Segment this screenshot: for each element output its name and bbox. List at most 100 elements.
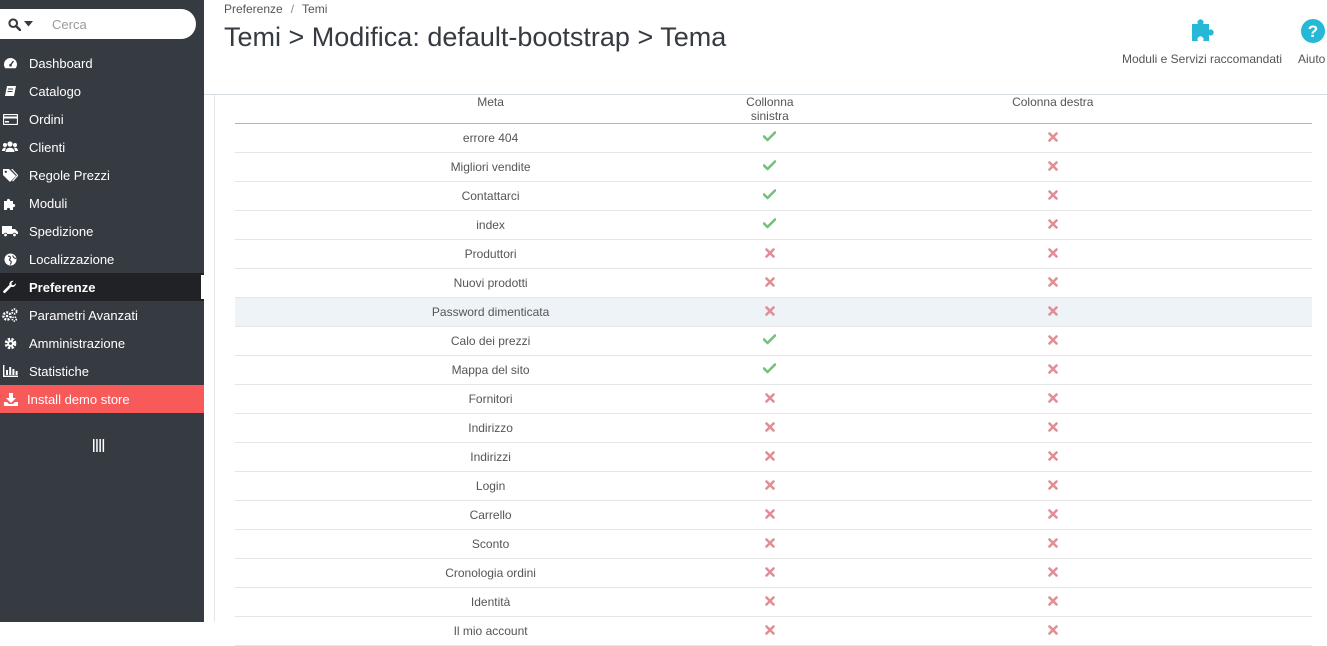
cross-icon[interactable] — [1047, 450, 1058, 464]
table-header-row: Meta Collonna sinistra Colonna destra — [235, 95, 1312, 124]
meta-cell: Indirizzi — [235, 442, 747, 472]
right-column-status — [793, 558, 1312, 588]
help-button[interactable]: ? Aiuto — [1298, 14, 1327, 66]
table-row: Calo dei prezzi — [235, 326, 1312, 356]
credit-card-icon — [2, 112, 18, 126]
cross-icon[interactable] — [1047, 479, 1058, 493]
cross-icon[interactable] — [765, 537, 775, 551]
search-input[interactable] — [52, 14, 182, 34]
sidebar-item-label: Install demo store — [27, 391, 130, 407]
left-column-status — [746, 587, 794, 617]
table-row: errore 404 — [235, 123, 1312, 153]
check-icon[interactable] — [763, 334, 777, 348]
cross-icon[interactable] — [1047, 537, 1058, 551]
right-column-status — [793, 152, 1312, 182]
sidebar-item-dashboard[interactable]: Dashboard — [0, 49, 204, 77]
table-row: index — [235, 210, 1312, 240]
table-row: Nuovi prodotti — [235, 268, 1312, 298]
table-row: Cronologia ordini — [235, 558, 1312, 588]
cross-icon[interactable] — [1047, 131, 1058, 145]
recommended-modules-button[interactable]: Moduli e Servizi raccomandati — [1117, 14, 1287, 66]
cross-icon[interactable] — [1047, 566, 1058, 580]
puzzle-icon — [1192, 19, 1214, 41]
check-icon[interactable] — [763, 189, 777, 203]
check-icon[interactable] — [763, 160, 777, 174]
check-icon[interactable] — [763, 131, 777, 145]
sidebar-item-clienti[interactable]: Clienti — [0, 133, 204, 161]
cross-icon[interactable] — [1047, 305, 1058, 319]
page-header: Preferenze / Temi Temi > Modifica: defau… — [204, 0, 1327, 95]
cross-icon[interactable] — [1047, 160, 1058, 174]
cross-icon[interactable] — [765, 450, 775, 464]
cross-icon[interactable] — [765, 421, 775, 435]
cross-icon[interactable] — [1047, 421, 1058, 435]
table-row: Carrello — [235, 500, 1312, 530]
left-column-status — [746, 326, 794, 356]
check-icon[interactable] — [763, 218, 777, 232]
sidebar-item-spedizione[interactable]: Spedizione — [0, 217, 204, 245]
cross-icon[interactable] — [765, 392, 775, 406]
left-column-status — [746, 616, 794, 646]
search-dropdown-button[interactable] — [8, 16, 38, 32]
right-column-status — [793, 442, 1312, 472]
meta-cell: Nuovi prodotti — [235, 268, 747, 298]
cross-icon[interactable] — [1047, 334, 1058, 348]
right-column-status — [793, 500, 1312, 530]
sidebar-item-preferenze[interactable]: Preferenze — [0, 273, 204, 301]
table-row: Indirizzo — [235, 413, 1312, 443]
right-column-status — [793, 384, 1312, 414]
cross-icon[interactable] — [765, 276, 775, 290]
left-column-status — [746, 500, 794, 530]
left-column-status — [746, 558, 794, 588]
cross-icon[interactable] — [1047, 392, 1058, 406]
right-column-status — [793, 413, 1312, 443]
sidebar-item-localizzazione[interactable]: Localizzazione — [0, 245, 204, 273]
breadcrumb-parent[interactable]: Preferenze — [224, 2, 283, 16]
sidebar-item-regole-prezzi[interactable]: Regole Prezzi — [0, 161, 204, 189]
right-column-status — [793, 471, 1312, 501]
check-icon[interactable] — [763, 363, 777, 377]
sidebar-item-catalogo[interactable]: Catalogo — [0, 77, 204, 105]
cogs-icon — [2, 308, 18, 322]
meta-cell: Password dimenticata — [235, 297, 747, 327]
table-row: Fornitori — [235, 384, 1312, 414]
cross-icon[interactable] — [765, 479, 775, 493]
meta-cell: Carrello — [235, 500, 747, 530]
cross-icon[interactable] — [1047, 595, 1058, 609]
cross-icon[interactable] — [1047, 189, 1058, 203]
sidebar-collapse-toggle[interactable] — [93, 439, 105, 452]
cross-icon[interactable] — [1047, 218, 1058, 232]
sidebar-item-amministrazione[interactable]: Amministrazione — [0, 329, 204, 357]
cross-icon[interactable] — [765, 508, 775, 522]
breadcrumb-current[interactable]: Temi — [302, 2, 327, 16]
sidebar-item-label: Regole Prezzi — [29, 167, 110, 183]
cross-icon[interactable] — [765, 305, 775, 319]
meta-cell: errore 404 — [235, 123, 747, 153]
cross-icon[interactable] — [1047, 276, 1058, 290]
cross-icon[interactable] — [1047, 624, 1058, 638]
right-column-status — [793, 616, 1312, 646]
left-column-status — [746, 239, 794, 269]
sidebar-item-label: Clienti — [29, 139, 66, 155]
cross-icon[interactable] — [1047, 363, 1058, 377]
breadcrumb: Preferenze / Temi — [224, 2, 327, 16]
left-column-status — [746, 210, 794, 240]
cross-icon[interactable] — [765, 624, 775, 638]
sidebar-item-install-demo-store[interactable]: Install demo store — [0, 385, 204, 413]
sidebar-item-ordini[interactable]: Ordini — [0, 105, 204, 133]
meta-cell: Cronologia ordini — [235, 558, 747, 588]
tags-icon — [2, 168, 18, 182]
sidebar-item-moduli[interactable]: Moduli — [0, 189, 204, 217]
globe-icon — [2, 252, 18, 266]
cross-icon[interactable] — [765, 566, 775, 580]
cross-icon[interactable] — [1047, 247, 1058, 261]
sidebar-item-parametri-avanzati[interactable]: Parametri Avanzati — [0, 301, 204, 329]
main-menu: Dashboard Catalogo Ordini Clienti Regole… — [0, 49, 204, 413]
cross-icon[interactable] — [1047, 508, 1058, 522]
sidebar-item-statistiche[interactable]: Statistiche — [0, 357, 204, 385]
meta-cell: Fornitori — [235, 384, 747, 414]
cross-icon[interactable] — [765, 595, 775, 609]
left-column-status — [746, 181, 794, 211]
cross-icon[interactable] — [765, 247, 775, 261]
right-column-status — [793, 210, 1312, 240]
